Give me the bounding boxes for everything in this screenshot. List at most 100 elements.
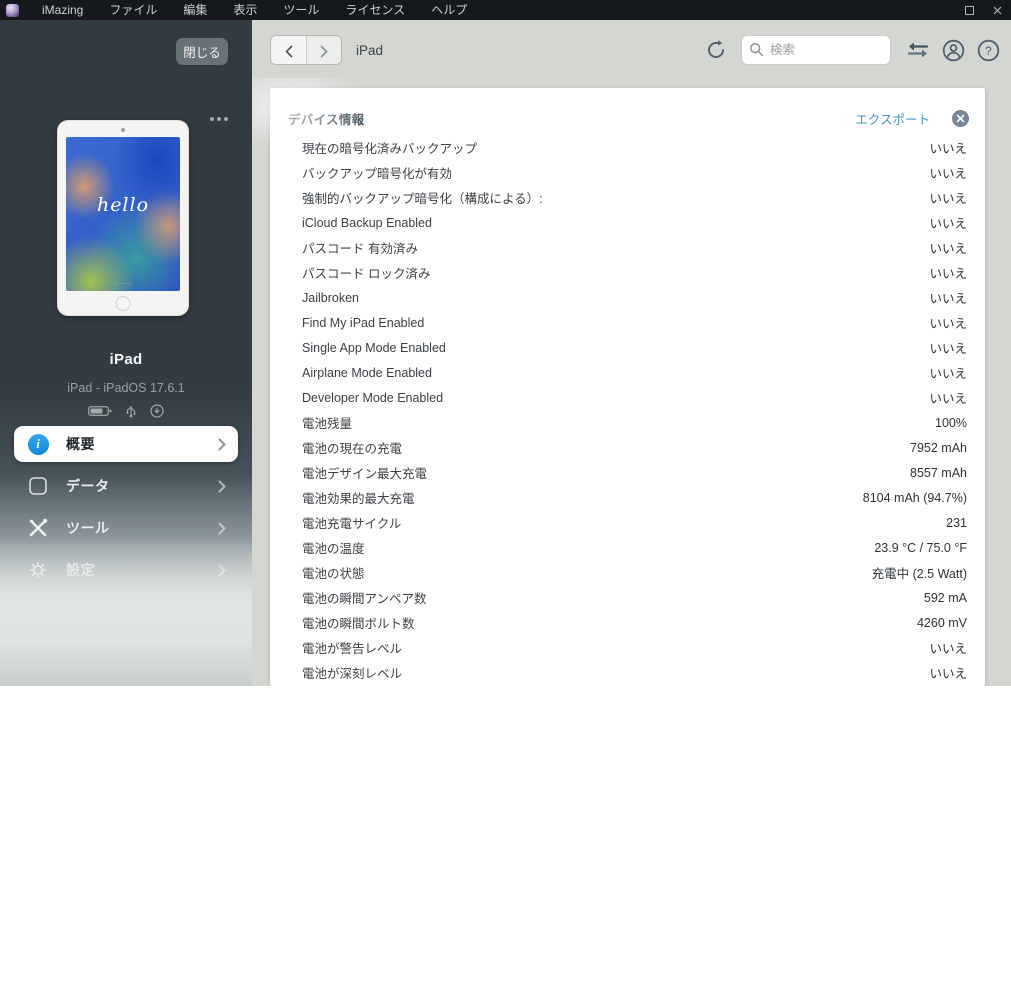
row-value: いいえ [929,338,967,357]
chevron-right-icon [218,564,226,577]
help-icon: ? [977,39,1000,62]
table-row: 電池の瞬間ボルト数 4260 mV [270,610,985,635]
account-icon [942,39,965,62]
row-label: 電池の状態 [302,563,365,582]
panel-close-icon[interactable] [952,110,969,127]
info-table: 現在の暗号化済みバックアップ いいえ バックアップ暗号化が有効 いいえ 強制的バ… [270,135,985,685]
menu-tools[interactable]: ツール [270,0,332,20]
table-row: 現在の暗号化済みバックアップ いいえ [270,135,985,160]
row-value: 8557 mAh [910,466,967,480]
table-row: 電池の温度 23.9 °C / 75.0 °F [270,535,985,560]
sidebar-item-overview[interactable]: i 概要 [14,426,238,462]
table-row: Jailbroken いいえ [270,285,985,310]
close-device-button[interactable]: 閉じる [176,38,228,65]
row-label: バックアップ暗号化が有効 [302,163,452,182]
menu-file[interactable]: ファイル [96,0,170,20]
menu-bar: iMazing ファイル 編集 表示 ツール ライセンス ヘルプ [0,0,1011,20]
battery-icon [88,405,112,417]
row-value: いいえ [929,138,967,157]
row-value: 7952 mAh [910,441,967,455]
table-row: パスコード 有効済み いいえ [270,235,985,260]
row-value: いいえ [929,388,967,407]
forward-button[interactable] [306,36,341,65]
row-value: 23.9 °C / 75.0 °F [874,541,967,555]
device-name: iPad [0,351,252,368]
row-label: 電池残量 [302,413,352,432]
screen: iMazing ファイル 編集 表示 ツール ライセンス ヘルプ 閉じる hel… [0,0,1011,1008]
menu-view[interactable]: 表示 [220,0,270,20]
row-label: Single App Mode Enabled [302,341,446,355]
table-row: バックアップ暗号化が有効 いいえ [270,160,985,185]
table-row: 電池が警告レベル いいえ [270,635,985,660]
sidebar-item-settings[interactable]: 設定 [14,552,238,588]
content-area: iPad [252,20,1011,686]
device-status-icons [0,404,252,418]
row-value: いいえ [929,188,967,207]
row-label: 電池が警告レベル [302,638,402,657]
sidebar-item-label: 設定 [66,560,218,580]
sidebar-item-label: データ [66,476,218,496]
row-value: いいえ [929,163,967,182]
back-button[interactable] [271,36,306,65]
panel-title: デバイス情報 [288,109,364,128]
menu-help[interactable]: ヘルプ [418,0,480,20]
info-icon: i [26,432,50,456]
row-label: 電池デザイン最大充電 [302,463,427,482]
close-window-button[interactable] [983,0,1011,20]
table-row: 電池残量 100% [270,410,985,435]
row-value: いいえ [929,363,967,382]
row-value: いいえ [929,238,967,257]
device-info-panel: デバイス情報 エクスポート 現在の暗号化済みバックアップ いいえ バックアップ暗… [270,88,985,686]
table-row: Find My iPad Enabled いいえ [270,310,985,335]
row-label: 電池の瞬間アンペア数 [302,588,427,607]
app-logo-icon [6,4,19,17]
sidebar-item-tools[interactable]: ツール [14,510,238,546]
table-row: 電池充電サイクル 231 [270,510,985,535]
menu-imazing[interactable]: iMazing [29,0,96,20]
row-value: 充電中 (2.5 Watt) [872,563,967,582]
chevron-right-icon [218,438,226,451]
account-button[interactable] [938,35,968,65]
table-row: 強制的バックアップ暗号化（構成による）: いいえ [270,185,985,210]
row-value: いいえ [929,663,967,682]
row-label: 強制的バックアップ暗号化（構成による）: [302,188,543,207]
device-sidebar: 閉じる hello — — — iPad iPad - iPadOS 17.6.… [0,20,252,686]
row-label: 電池充電サイクル [302,513,401,532]
info-circle-icon [150,404,164,418]
table-row: 電池が深刻レベル いいえ [270,660,985,685]
row-value: いいえ [929,313,967,332]
row-label: 電池の現在の充電 [302,438,402,457]
nav-history-group [270,35,342,65]
imazing-window: iMazing ファイル 編集 表示 ツール ライセンス ヘルプ 閉じる hel… [0,0,1011,686]
row-value: 4260 mV [917,616,967,630]
device-hello-screen: hello — — — [66,137,180,291]
gear-icon [26,558,50,582]
export-link[interactable]: エクスポート [855,109,930,128]
more-options-icon[interactable] [204,115,228,123]
help-button[interactable]: ? [973,35,1003,65]
search-box [741,35,891,65]
row-label: Find My iPad Enabled [302,316,424,330]
row-label: 現在の暗号化済みバックアップ [302,138,477,157]
row-value: いいえ [929,638,967,657]
row-value: いいえ [929,263,967,282]
search-input[interactable] [741,35,891,65]
row-label: iCloud Backup Enabled [302,216,432,230]
table-row: iCloud Backup Enabled いいえ [270,210,985,235]
device-image: hello — — — [57,120,189,316]
refresh-button[interactable] [701,35,731,65]
transfer-button[interactable] [903,35,933,65]
usb-icon [125,404,137,418]
toolbar-device-title: iPad [356,43,383,58]
sidebar-item-data[interactable]: データ [14,468,238,504]
table-row: Developer Mode Enabled いいえ [270,385,985,410]
maximize-button[interactable] [955,0,983,20]
sidebar-item-label: ツール [66,518,218,538]
menu-edit[interactable]: 編集 [170,0,220,20]
row-label: Airplane Mode Enabled [302,366,432,380]
row-label: Jailbroken [302,291,359,305]
panel-header: デバイス情報 エクスポート [270,88,985,135]
table-row: 電池の瞬間アンペア数 592 mA [270,585,985,610]
row-value: 8104 mAh (94.7%) [863,491,967,505]
menu-license[interactable]: ライセンス [332,0,418,20]
